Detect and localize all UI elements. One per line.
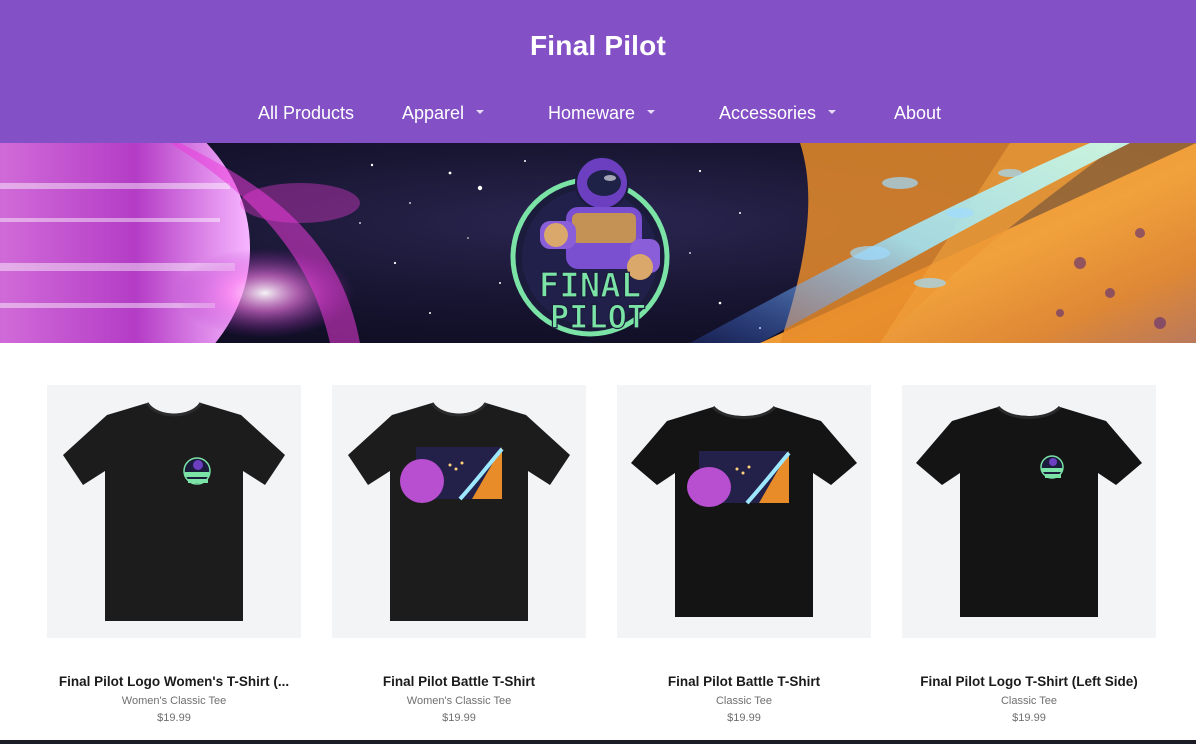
nav-item-all-products[interactable]: All Products <box>258 100 354 126</box>
product-card[interactable]: Final Pilot Logo T-Shirt (Left Side) Cla… <box>902 385 1156 724</box>
nav-item-label: Accessories <box>719 103 817 123</box>
product-type: Classic Tee <box>715 695 773 707</box>
product-type: Women's Classic Tee <box>406 695 512 707</box>
product-image[interactable] <box>47 385 301 638</box>
tshirt-classic-logo-image <box>916 405 1142 617</box>
nav-item-label: About <box>894 103 942 123</box>
product-card[interactable]: Final Pilot Battle T-Shirt Women's Class… <box>332 385 586 724</box>
product-image[interactable] <box>617 385 871 638</box>
product-image[interactable] <box>332 385 586 638</box>
product-image[interactable] <box>902 385 1156 638</box>
chevron-down-icon <box>476 110 485 115</box>
product-title[interactable]: Final Pilot Logo Women's T-Shirt (... <box>47 674 301 689</box>
nav-item-apparel[interactable]: Apparel <box>402 100 485 126</box>
tshirt-womens-logo-image <box>63 402 285 621</box>
chevron-down-icon <box>647 110 656 115</box>
product-title[interactable]: Final Pilot Logo T-Shirt (Left Side) <box>902 674 1156 689</box>
nav-item-about[interactable]: About <box>894 100 941 126</box>
nav-item-label: All Products <box>258 103 355 123</box>
product-price: $19.99 <box>442 712 476 724</box>
product-grid: Final Pilot Logo Women's T-Shirt (... Wo… <box>0 343 1196 744</box>
tshirt-womens-battle-image <box>348 402 570 621</box>
product-price: $19.99 <box>727 712 761 724</box>
main-nav: All Products Apparel Homeware Accessorie… <box>0 100 1196 126</box>
site-header: Final Pilot All Products Apparel Homewar… <box>0 0 1196 143</box>
nav-item-label: Apparel <box>402 103 465 123</box>
nav-item-accessories[interactable]: Accessories <box>719 100 837 126</box>
product-type: Classic Tee <box>1000 695 1058 707</box>
product-title[interactable]: Final Pilot Battle T-Shirt <box>617 674 871 689</box>
nav-item-label: Homeware <box>548 103 636 123</box>
nav-item-homeware[interactable]: Homeware <box>548 100 656 126</box>
site-title[interactable]: Final Pilot <box>0 30 1196 62</box>
product-price: $19.99 <box>1012 712 1046 724</box>
space-banner-illustration: FINAL PILOT <box>0 143 1196 343</box>
product-card[interactable]: Final Pilot Logo Women's T-Shirt (... Wo… <box>47 385 301 724</box>
logo-text-line2: PILOT <box>550 298 646 336</box>
product-price: $19.99 <box>157 712 191 724</box>
next-section-edge <box>0 740 1196 744</box>
product-card[interactable]: Final Pilot Battle T-Shirt Classic Tee $… <box>617 385 871 724</box>
chevron-down-icon <box>828 110 837 115</box>
hero-banner: FINAL PILOT <box>0 143 1196 343</box>
product-title[interactable]: Final Pilot Battle T-Shirt <box>332 674 586 689</box>
tshirt-classic-battle-image <box>631 405 857 617</box>
product-type: Women's Classic Tee <box>121 695 227 707</box>
